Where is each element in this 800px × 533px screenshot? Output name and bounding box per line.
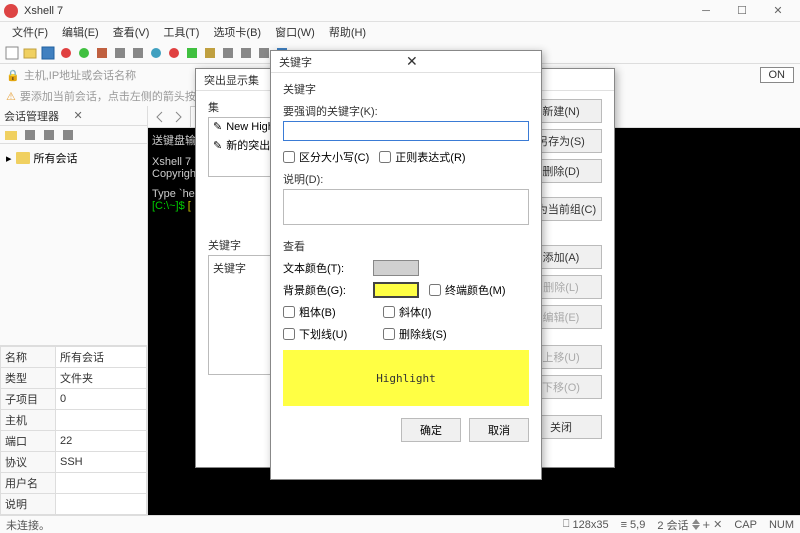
minimize-button[interactable]: ─ bbox=[688, 0, 724, 22]
desc-textarea[interactable] bbox=[283, 189, 529, 225]
ok-button[interactable]: 确定 bbox=[401, 418, 461, 442]
status-pos: ≡ 5,9 bbox=[621, 519, 646, 531]
status-cap: CAP bbox=[734, 519, 757, 531]
status-text: 未连接。 bbox=[6, 517, 551, 533]
dialog-title: 关键字 bbox=[279, 54, 400, 70]
toolbar-save-icon[interactable] bbox=[40, 45, 56, 61]
toolbar-icon[interactable] bbox=[60, 127, 76, 143]
window-title: Xshell 7 bbox=[24, 5, 688, 17]
close-button[interactable]: ✕ bbox=[760, 0, 796, 22]
case-checkbox[interactable]: 区分大小写(C) bbox=[283, 149, 369, 165]
properties-table: 名称所有会话 类型文件夹 子项目0 主机 端口22 协议SSH 用户名 说明 bbox=[0, 346, 147, 515]
toolbar-icon[interactable] bbox=[58, 45, 74, 61]
close-icon[interactable]: ✕ bbox=[400, 53, 533, 70]
warning-icon: ⚠ bbox=[6, 90, 16, 103]
toolbar-icon[interactable] bbox=[76, 45, 92, 61]
toolbar-icon[interactable] bbox=[166, 45, 182, 61]
session-manager-title: 会话管理器 bbox=[4, 108, 70, 124]
desc-label: 说明(D): bbox=[283, 171, 529, 187]
session-add-icon[interactable]: + bbox=[703, 517, 711, 532]
regex-checkbox[interactable]: 正则表达式(R) bbox=[379, 149, 465, 165]
preview-box: Highlight bbox=[283, 350, 529, 406]
toolbar-icon[interactable] bbox=[22, 127, 38, 143]
tip-text: 要添加当前会话，点击左侧的箭头按钮。 bbox=[20, 88, 218, 104]
folder-label: 所有会话 bbox=[34, 150, 78, 166]
on-button[interactable]: ON bbox=[760, 67, 795, 83]
tab-next-icon[interactable] bbox=[170, 109, 186, 125]
menu-file[interactable]: 文件(F) bbox=[6, 22, 54, 42]
keyword-input[interactable] bbox=[283, 121, 529, 141]
text-color-swatch[interactable] bbox=[373, 260, 419, 276]
menu-bar: 文件(F) 编辑(E) 查看(V) 工具(T) 选项卡(B) 窗口(W) 帮助(… bbox=[0, 22, 800, 42]
panel-close-icon[interactable]: ✕ bbox=[70, 109, 144, 122]
toolbar-icon[interactable] bbox=[130, 45, 146, 61]
toolbar-icon[interactable] bbox=[3, 127, 19, 143]
cancel-button[interactable]: 取消 bbox=[469, 418, 529, 442]
menu-edit[interactable]: 编辑(E) bbox=[56, 22, 105, 42]
app-icon bbox=[4, 4, 18, 18]
pen-icon: ✎ bbox=[213, 120, 222, 133]
menu-tabs[interactable]: 选项卡(B) bbox=[207, 22, 267, 42]
folder-icon bbox=[16, 152, 30, 164]
lock-icon: 🔒 bbox=[6, 69, 20, 82]
toolbar-icon[interactable] bbox=[202, 45, 218, 61]
toolbar-icon[interactable] bbox=[184, 45, 200, 61]
italic-checkbox[interactable]: 斜体(I) bbox=[383, 304, 431, 320]
toolbar-icon[interactable] bbox=[148, 45, 164, 61]
toolbar-icon[interactable] bbox=[112, 45, 128, 61]
underline-checkbox[interactable]: 下划线(U) bbox=[283, 326, 373, 342]
keyword-label: 要强调的关键字(K): bbox=[283, 103, 529, 119]
toolbar-icon[interactable] bbox=[41, 127, 57, 143]
toolbar-icon[interactable] bbox=[238, 45, 254, 61]
strike-checkbox[interactable]: 删除线(S) bbox=[383, 326, 447, 342]
status-num: NUM bbox=[769, 519, 794, 531]
toolbar-icon[interactable] bbox=[220, 45, 236, 61]
menu-view[interactable]: 查看(V) bbox=[107, 22, 156, 42]
tab-prev-icon[interactable] bbox=[152, 109, 168, 125]
session-close-icon[interactable]: ✕ bbox=[713, 518, 722, 531]
menu-window[interactable]: 窗口(W) bbox=[269, 22, 321, 42]
all-sessions-folder[interactable]: ▸ 所有会话 bbox=[4, 148, 143, 168]
toolbar-open-icon[interactable] bbox=[22, 45, 38, 61]
menu-tools[interactable]: 工具(T) bbox=[157, 22, 205, 42]
session-spinner-icon[interactable] bbox=[692, 519, 700, 530]
menu-help[interactable]: 帮助(H) bbox=[323, 22, 372, 42]
bg-color-swatch[interactable] bbox=[373, 282, 419, 298]
chevron-icon: ▸ bbox=[6, 152, 12, 165]
toolbar-icon[interactable] bbox=[94, 45, 110, 61]
keyword-dialog: 关键字 ✕ 关键字 要强调的关键字(K): 区分大小写(C) 正则表达式(R) … bbox=[270, 50, 542, 480]
termcolor-checkbox[interactable]: 终端颜色(M) bbox=[429, 282, 506, 298]
toolbar-new-icon[interactable] bbox=[4, 45, 20, 61]
bold-checkbox[interactable]: 粗体(B) bbox=[283, 304, 373, 320]
status-sessions: 2 会话 + ✕ bbox=[657, 517, 722, 533]
pen-icon: ✎ bbox=[213, 139, 222, 152]
status-dims: ⎕ 128x35 bbox=[563, 518, 609, 531]
maximize-button[interactable]: ☐ bbox=[724, 0, 760, 22]
